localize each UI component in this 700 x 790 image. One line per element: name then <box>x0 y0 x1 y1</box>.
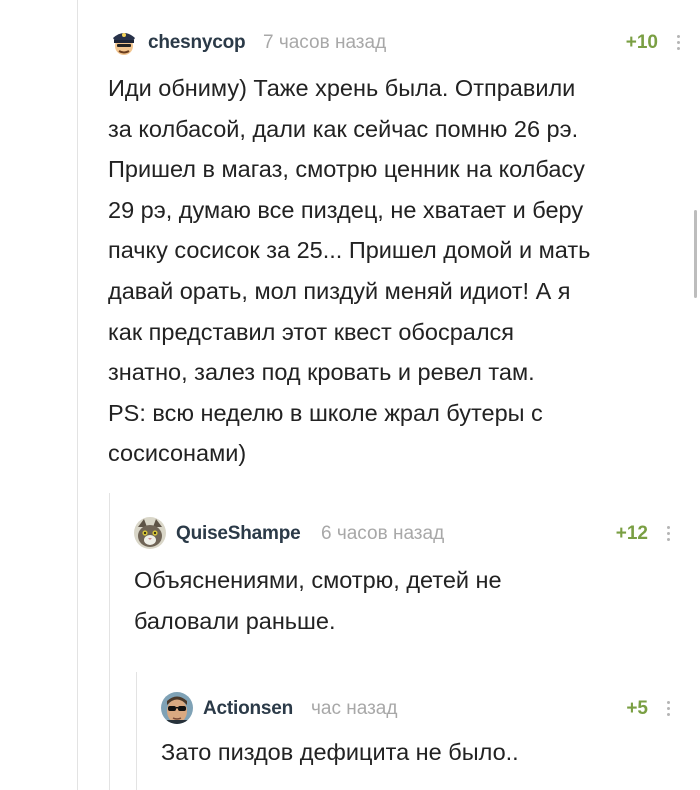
comment-reply: QuiseShampe 6 часов назад +12 Объяснения… <box>134 517 688 641</box>
rating: +12 <box>615 523 648 544</box>
comment-header: Actionsen час назад +5 <box>161 692 688 726</box>
man-sunglasses-avatar[interactable] <box>161 692 193 724</box>
timestamp[interactable]: час назад <box>311 698 397 720</box>
vertical-ellipsis-icon[interactable] <box>677 35 681 53</box>
vertical-ellipsis-icon[interactable] <box>667 701 671 719</box>
vertical-ellipsis-icon[interactable] <box>667 526 671 544</box>
timestamp[interactable]: 6 часов назад <box>321 523 444 545</box>
comment-text: Зато пиздов дефицита не было.. <box>161 739 519 765</box>
scrollbar-thumb[interactable] <box>694 210 697 298</box>
comment-reply: Actionsen час назад +5 Зато пиздов дефиц… <box>161 692 688 773</box>
comment: chesnycop 7 часов назад +10 Иди обниму) … <box>108 26 688 474</box>
comment-header: QuiseShampe 6 часов назад +12 <box>134 517 688 551</box>
username[interactable]: chesnycop <box>148 32 246 54</box>
comment-text: Иди обниму) Таже хрень была. Отправили з… <box>108 75 591 467</box>
thread-line-level-0[interactable] <box>77 0 78 790</box>
username[interactable]: Actionsen <box>203 698 293 720</box>
comment-header: chesnycop 7 часов назад +10 <box>108 26 688 60</box>
rating: +10 <box>625 32 658 53</box>
cat-avatar[interactable] <box>134 517 166 549</box>
username[interactable]: QuiseShampe <box>176 523 301 545</box>
comment-text: Объяснениями, смотрю, детей не баловали … <box>134 567 502 634</box>
police-officer-avatar[interactable] <box>108 26 140 58</box>
thread-line-level-1[interactable] <box>109 493 110 790</box>
thread-line-level-2[interactable] <box>136 672 137 790</box>
rating: +5 <box>626 698 648 719</box>
timestamp[interactable]: 7 часов назад <box>263 32 386 54</box>
